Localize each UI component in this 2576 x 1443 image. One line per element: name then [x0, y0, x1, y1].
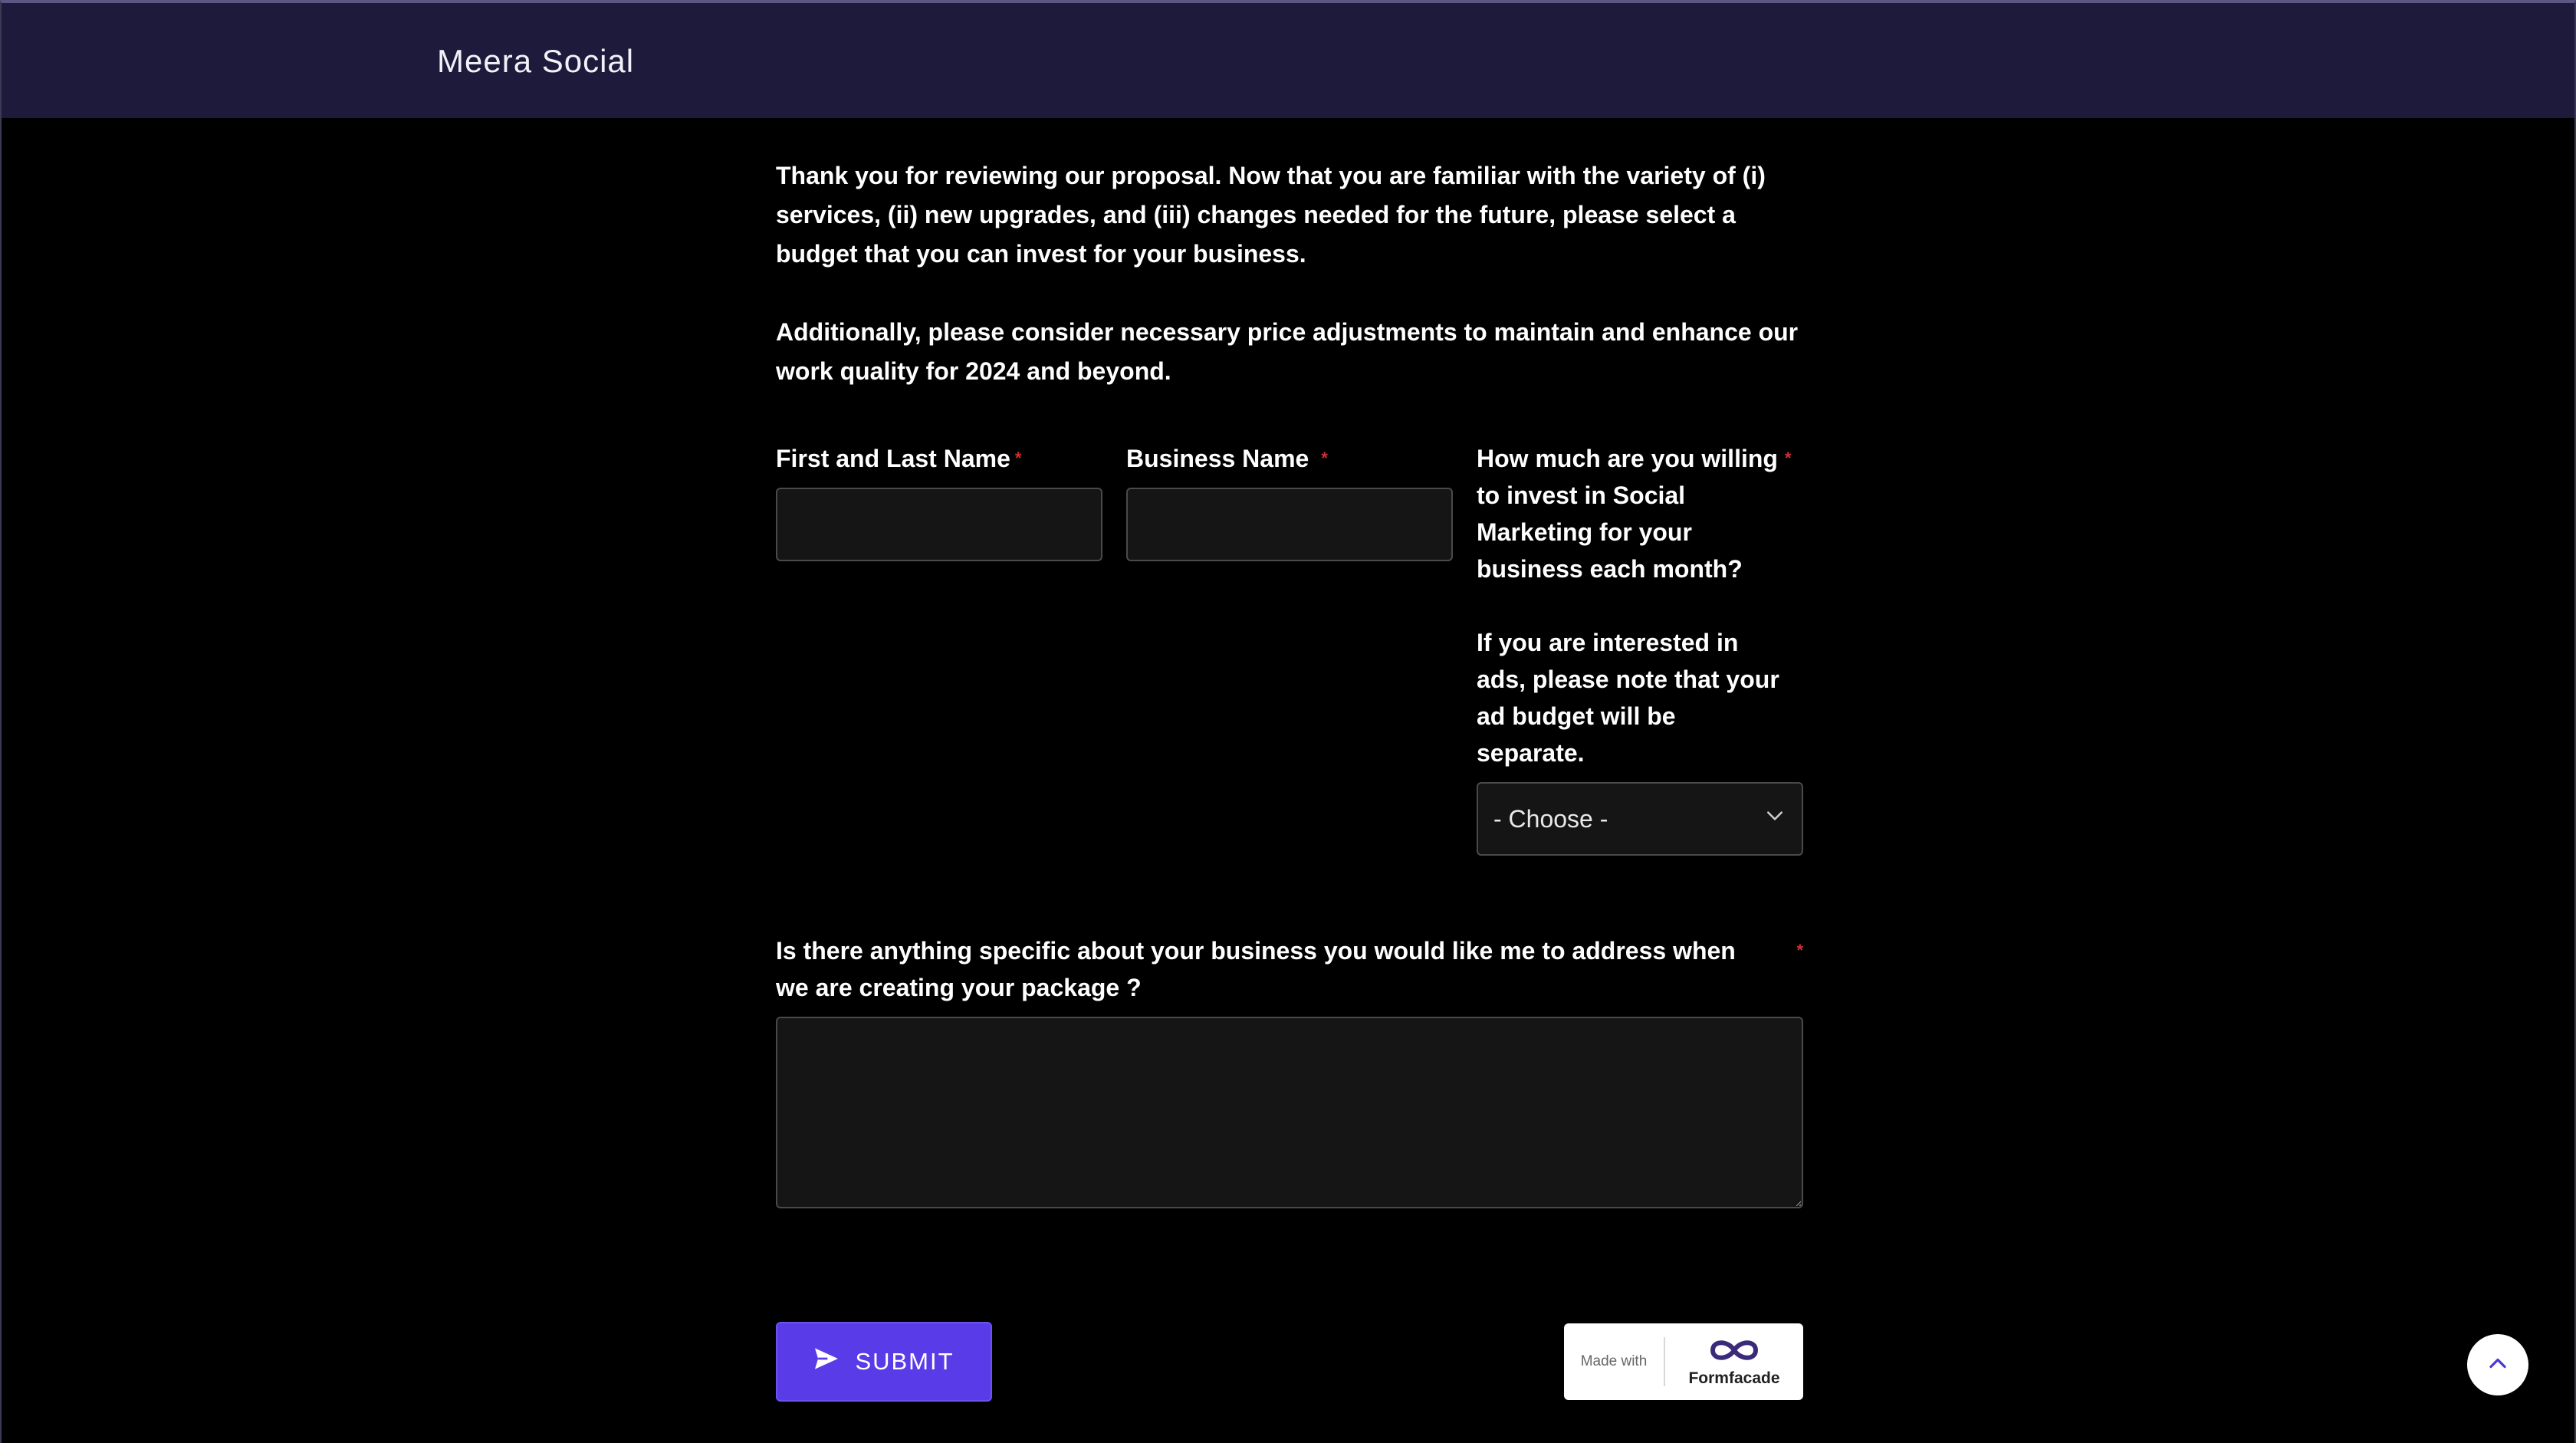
specific-textarea[interactable]: [776, 1017, 1803, 1208]
budget-label-text: How much are you willing to invest in So…: [1477, 445, 1778, 583]
business-input[interactable]: [1126, 488, 1453, 561]
specific-label-text: Is there anything specific about your bu…: [776, 937, 1736, 1001]
intro-text: Thank you for reviewing our proposal. No…: [776, 156, 1803, 391]
name-label-text: First and Last Name: [776, 445, 1010, 472]
chevron-down-icon: [1763, 804, 1786, 833]
business-label: Business Name *: [1126, 440, 1453, 477]
budget-label: How much are you willing to invest in So…: [1477, 440, 1803, 587]
specific-field: Is there anything specific about your bu…: [776, 932, 1803, 1212]
badge-brand: Formfacade: [1665, 1336, 1803, 1388]
badge-brand-name: Formfacade: [1688, 1369, 1780, 1387]
name-input[interactable]: [776, 488, 1102, 561]
required-mark: *: [1014, 449, 1022, 468]
header-bar: Meera Social: [2, 3, 2574, 118]
submit-label: SUBMIT: [855, 1348, 955, 1375]
submit-button[interactable]: SUBMIT: [776, 1322, 992, 1402]
required-mark: *: [1796, 941, 1803, 960]
name-label: First and Last Name *: [776, 440, 1102, 477]
badge-made-with: Made with: [1564, 1337, 1665, 1386]
budget-note: If you are interested in ads, please not…: [1477, 629, 1779, 767]
budget-field: How much are you willing to invest in So…: [1477, 440, 1803, 856]
required-mark: *: [1785, 449, 1792, 468]
form-content: Thank you for reviewing our proposal. No…: [776, 156, 1803, 391]
intro-paragraph-2: Additionally, please consider necessary …: [776, 318, 1799, 385]
chevron-up-icon: [2484, 1349, 2512, 1381]
business-label-text: Business Name: [1126, 445, 1309, 472]
infinity-logo-icon: [1705, 1336, 1763, 1369]
scroll-top-button[interactable]: [2467, 1334, 2528, 1395]
intro-paragraph-1: Thank you for reviewing our proposal. No…: [776, 162, 1766, 268]
send-icon: [813, 1347, 840, 1376]
made-with-badge[interactable]: Made with Formfacade: [1564, 1323, 1803, 1400]
budget-select-value: - Choose -: [1493, 804, 1608, 833]
business-field: Business Name *: [1126, 440, 1453, 561]
required-mark: *: [1321, 449, 1328, 468]
brand-title[interactable]: Meera Social: [437, 43, 634, 80]
specific-label: Is there anything specific about your bu…: [776, 932, 1803, 1006]
name-field: First and Last Name *: [776, 440, 1102, 561]
page: Meera Social Thank you for reviewing our…: [0, 0, 2576, 1443]
budget-select[interactable]: - Choose -: [1477, 782, 1803, 856]
